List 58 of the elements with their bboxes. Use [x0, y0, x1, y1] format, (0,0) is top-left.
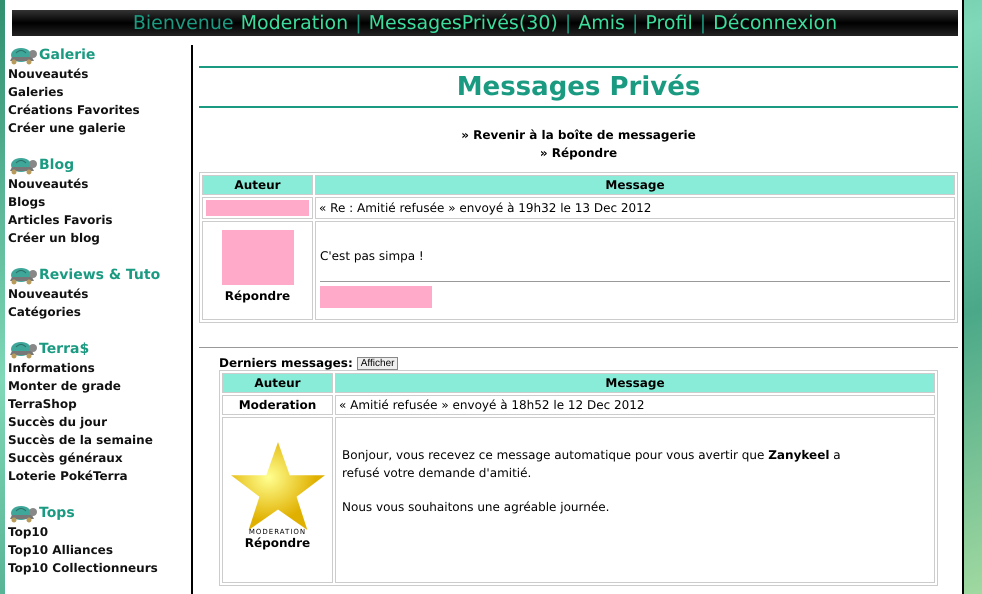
sidebar-section-title: Blog — [39, 157, 74, 173]
sidebar-link[interactable]: Loterie PokéTerra — [8, 467, 191, 485]
nav-link[interactable]: Moderation — [240, 12, 348, 34]
nav-link[interactable]: MessagesPrivés(30) — [368, 12, 558, 34]
action-link[interactable]: » Répondre — [540, 144, 618, 162]
message-subject: « Amitié refusée » envoyé à 18h52 le 12 Dec 2012 — [335, 395, 935, 415]
sidebar-section-title: Terra$ — [39, 341, 90, 357]
message-text: C'est pas simpa ! — [320, 248, 425, 265]
sidebar-link[interactable]: Créer une galerie — [8, 119, 191, 137]
nav-link[interactable]: Profil — [645, 12, 693, 34]
sidebar-link[interactable]: Succès de la semaine — [8, 431, 191, 449]
sidebar-link[interactable]: Informations — [8, 359, 191, 377]
message-text: Bonjour, vous recevez ce message automatique pour vous avertir que Zanykeel a refusé votre demande d'amitié. — [342, 447, 842, 482]
page-title: Messages Privés — [456, 71, 702, 104]
sidebar-link[interactable]: Articles Favoris — [8, 211, 191, 229]
sidebar-link[interactable]: Galeries — [8, 83, 191, 101]
nav-separator: | — [632, 12, 638, 34]
nav-link[interactable]: Amis — [578, 12, 625, 34]
reply-link[interactable]: Répondre — [244, 536, 310, 550]
turtle-icon — [8, 155, 38, 175]
nav-separator: | — [564, 12, 572, 34]
greeting-text: Bienvenue — [132, 12, 234, 34]
nav-separator: | — [355, 12, 362, 34]
redaction-block — [222, 230, 294, 285]
section-label: Derniers messages: — [219, 356, 353, 370]
turtle-icon — [8, 45, 38, 65]
sidebar-link[interactable]: Monter de grade — [8, 377, 191, 395]
column-header: Message — [315, 175, 955, 195]
column-header: Message — [335, 373, 935, 393]
action-link[interactable]: » Revenir à la boîte de messagerie — [461, 126, 696, 144]
nav-separator: | — [700, 12, 706, 34]
turtle-icon — [8, 339, 38, 359]
sidebar-link[interactable]: Top10 Collectionneurs — [8, 559, 191, 577]
sidebar-link[interactable]: Créer un blog — [8, 229, 191, 247]
sidebar-section-title: Tops — [39, 505, 75, 521]
column-header: Auteur — [222, 373, 333, 393]
sidebar-link[interactable]: Catégories — [8, 303, 191, 321]
message-subject: « Re : Amitié refusée » envoyé à 19h32 le 13 Dec 2012 — [315, 197, 955, 219]
reply-link[interactable]: Répondre — [224, 289, 290, 303]
sidebar-link[interactable]: Top10 Alliances — [8, 541, 191, 559]
sidebar-section-title: Galerie — [39, 47, 96, 63]
turtle-icon — [8, 265, 38, 285]
message-text: Nous vous souhaitons une agréable journée. — [342, 499, 610, 516]
sidebar-link[interactable]: Blogs — [8, 193, 191, 211]
sidebar-section-title: Reviews & Tuto — [39, 267, 160, 283]
sidebar-link[interactable]: Top10 — [8, 523, 191, 541]
column-header: Auteur — [202, 175, 313, 195]
sidebar-link[interactable]: TerraShop — [8, 395, 191, 413]
sidebar-link[interactable]: Succès généraux — [8, 449, 191, 467]
show-button[interactable]: Afficher — [356, 356, 398, 370]
sidebar-link[interactable]: Nouveautés — [8, 175, 191, 193]
nav-link[interactable]: Déconnexion — [713, 12, 838, 34]
sidebar-link[interactable]: Nouveautés — [8, 285, 191, 303]
turtle-icon — [8, 503, 38, 523]
sidebar-link[interactable]: Succès du jour — [8, 413, 191, 431]
author-name: Moderation — [238, 398, 316, 412]
sidebar-link[interactable]: Nouveautés — [8, 65, 191, 83]
sidebar-link[interactable]: Créations Favorites — [8, 101, 191, 119]
